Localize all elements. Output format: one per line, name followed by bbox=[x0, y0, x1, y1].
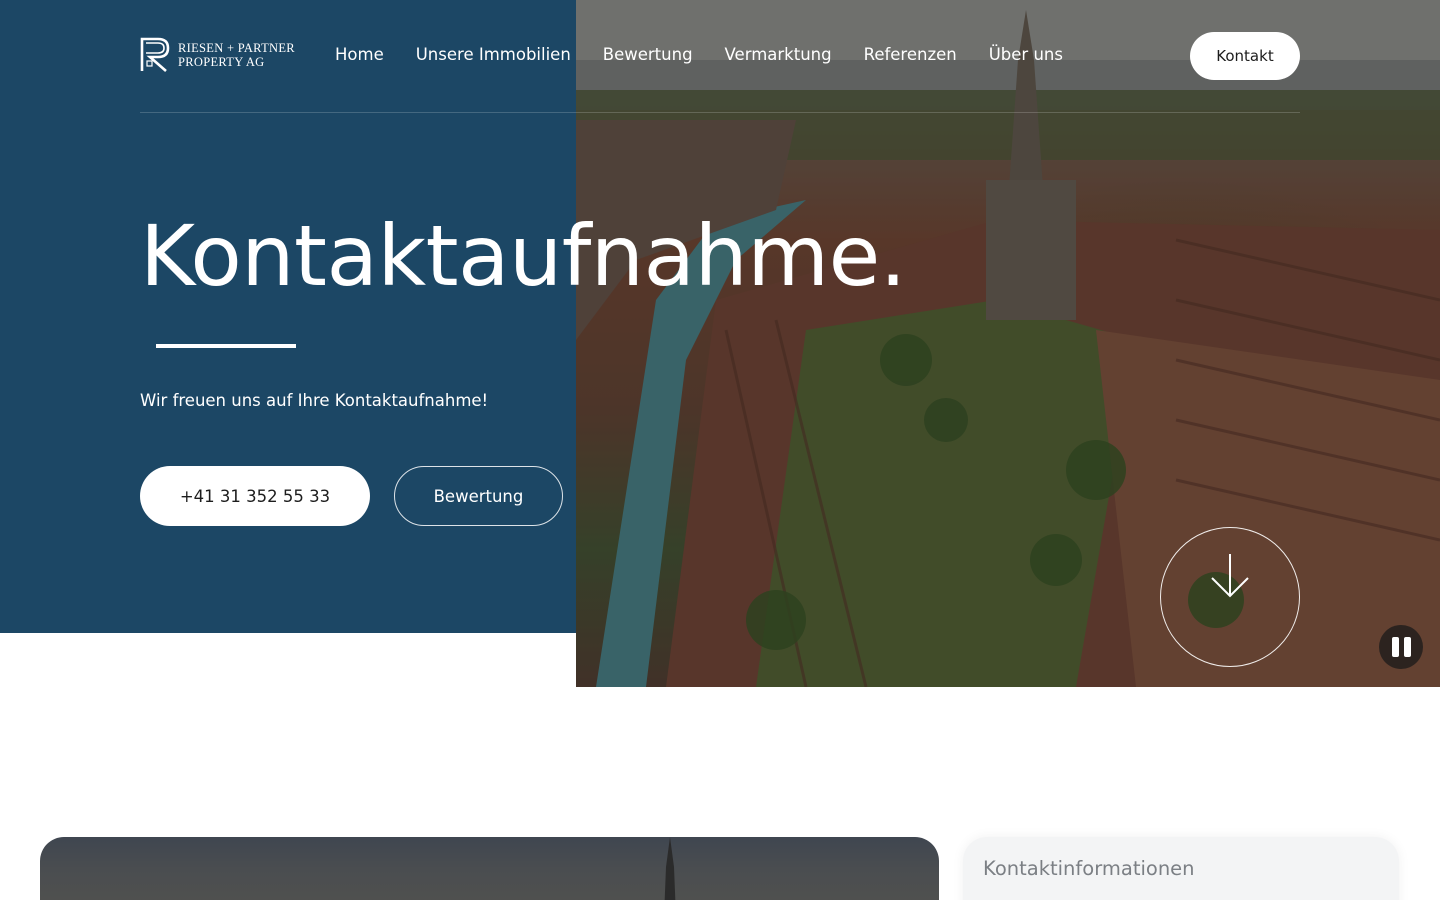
title-underline bbox=[156, 344, 296, 348]
logo[interactable]: RIESEN + PARTNER PROPERTY AG bbox=[140, 37, 295, 73]
nav-item-vermarktung[interactable]: Vermarktung bbox=[725, 44, 832, 66]
nav-item-referenzen[interactable]: Referenzen bbox=[864, 44, 957, 66]
contact-button[interactable]: Kontakt bbox=[1190, 32, 1300, 80]
contact-info-card: Kontaktinformationen bbox=[963, 837, 1399, 900]
valuation-button[interactable]: Bewertung bbox=[394, 466, 563, 526]
nav-item-ueber-uns[interactable]: Über uns bbox=[989, 44, 1063, 66]
pause-icon bbox=[1391, 637, 1399, 657]
cathedral-spire-illustration bbox=[664, 837, 676, 900]
logo-line-2: PROPERTY AG bbox=[178, 55, 265, 69]
nav-item-bewertung[interactable]: Bewertung bbox=[603, 44, 693, 66]
main-nav: Home Unsere Immobilien Bewertung Vermark… bbox=[335, 44, 1063, 66]
contact-section-image bbox=[40, 837, 939, 900]
scroll-down-button[interactable] bbox=[1160, 527, 1300, 667]
hero-panel bbox=[0, 0, 576, 633]
nav-item-home[interactable]: Home bbox=[335, 44, 384, 66]
image-overlay bbox=[576, 0, 1440, 687]
hero-background-image bbox=[576, 0, 1440, 687]
contact-info-title: Kontaktinformationen bbox=[983, 857, 1195, 880]
phone-button[interactable]: +41 31 352 55 33 bbox=[140, 466, 370, 526]
pause-icon-bar bbox=[1403, 637, 1411, 657]
page-title: Kontaktaufnahme. bbox=[140, 207, 906, 305]
header-divider bbox=[140, 112, 1300, 113]
logo-line-1: RIESEN + PARTNER bbox=[178, 41, 295, 55]
nav-item-unsere-immobilien[interactable]: Unsere Immobilien bbox=[416, 44, 571, 66]
video-pause-button[interactable] bbox=[1379, 625, 1423, 669]
logo-icon bbox=[140, 37, 170, 72]
hero-subtitle: Wir freuen uns auf Ihre Kontaktaufnahme! bbox=[140, 391, 489, 410]
arrow-down-icon bbox=[1211, 554, 1249, 598]
